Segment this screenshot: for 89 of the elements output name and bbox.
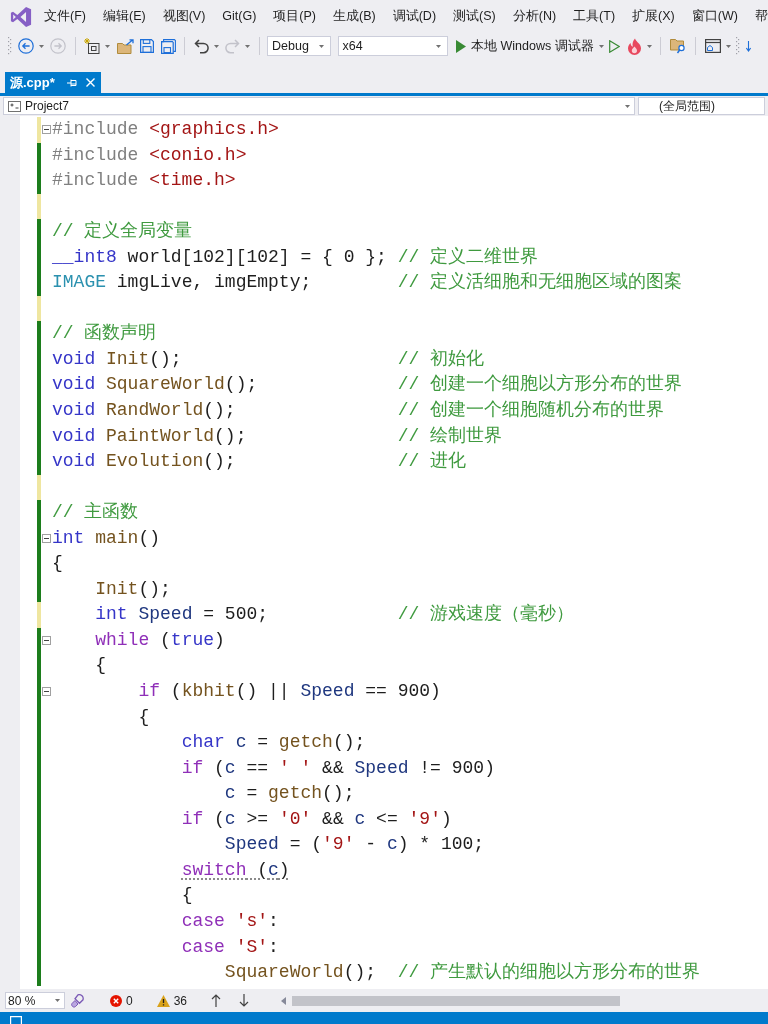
new-item-button[interactable] — [83, 36, 111, 56]
code-line: // 主函数 — [52, 501, 139, 525]
play-icon — [456, 39, 466, 53]
dropdown-value: Debug — [272, 37, 309, 55]
dropdown-value: x64 — [342, 37, 363, 55]
code-line: switch (c) — [181, 858, 290, 882]
code-line: c = getch(); — [224, 782, 355, 806]
caret-icon — [319, 44, 324, 48]
code-line: void RandWorld(); // 创建一个细胞随机分布的世界 — [52, 399, 665, 422]
close-icon[interactable] — [85, 78, 95, 87]
code-line: case 's': — [181, 909, 279, 933]
code-line: while (true) — [95, 628, 225, 652]
menu-item[interactable]: 调试(D) — [392, 7, 437, 26]
error-icon — [110, 994, 122, 1007]
collapse-icon[interactable] — [42, 687, 51, 697]
menu-item[interactable]: 分析(N) — [512, 7, 557, 26]
window-layout-button[interactable] — [703, 36, 732, 56]
code-line: char c = getch(); — [181, 731, 366, 755]
next-issue-button[interactable] — [239, 994, 250, 1007]
code-line: int main() — [52, 526, 161, 550]
code-line: if (c == ' ' && Speed != 900) — [181, 756, 495, 780]
zoom-value: 80 % — [8, 992, 36, 1010]
scroll-left-icon — [281, 996, 287, 1005]
project-name: Project7 — [25, 98, 71, 115]
zoom-dropdown[interactable]: 80 % — [5, 992, 65, 1009]
configuration-dropdown[interactable]: Debug — [267, 36, 331, 56]
code-line: void SquareWorld(); // 创建一个细胞以方形分布的世界 — [52, 373, 683, 397]
warning-icon — [156, 994, 170, 1007]
menu-item[interactable]: 测试(S) — [453, 7, 496, 26]
code-line: { — [138, 705, 150, 729]
scrollbar-thumb[interactable] — [292, 995, 621, 1006]
code-line: Speed = ('9' - c) * 100; — [224, 833, 485, 857]
code-line: #include <time.h> — [52, 169, 236, 193]
code-line: SquareWorld(); // 产生默认的细胞以方形分布的世界 — [224, 961, 701, 985]
collapse-icon[interactable] — [42, 534, 51, 543]
menu-item[interactable]: 编辑(E) — [102, 7, 146, 26]
arrow-down-icon — [239, 994, 250, 1007]
errors-button[interactable]: 0 — [110, 991, 133, 1010]
menu-item[interactable]: 项目(P) — [273, 7, 316, 26]
code-line: __int8 world[102][102] = { 0 }; // 定义二维世界 — [52, 245, 539, 269]
scroll-left-button[interactable] — [281, 996, 287, 1005]
scope-dropdown[interactable]: (全局范围) — [638, 97, 765, 115]
code-line: void Evolution(); // 进化 — [52, 450, 467, 474]
menu-item[interactable]: 文件(F) — [44, 7, 86, 26]
code-line: // 函数声明 — [52, 322, 157, 346]
collapse-icon[interactable] — [42, 125, 51, 135]
code-line: void PaintWorld(); // 绘制世界 — [52, 424, 503, 448]
grip-icon[interactable] — [736, 37, 741, 55]
code-line: #include <conio.h> — [52, 143, 247, 167]
editor-tab[interactable]: 源.cpp* — [5, 72, 101, 93]
menu-item[interactable]: 窗口(W) — [691, 7, 738, 26]
arrow-up-icon — [211, 994, 222, 1007]
project-icon — [8, 100, 21, 112]
code-line: void Init(); // 初始化 — [52, 347, 485, 371]
project-dropdown[interactable]: Project7 — [3, 97, 635, 115]
menu-item[interactable]: 帮 — [754, 7, 768, 26]
menu-item[interactable]: 视图(V) — [162, 7, 206, 26]
code-line: { — [181, 884, 193, 908]
code-line: { — [95, 654, 107, 678]
start-debugging-button[interactable]: 本地 Windows 调试器 — [456, 36, 604, 56]
brush-icon[interactable] — [71, 993, 84, 1008]
menu-item[interactable]: 扩展(X) — [632, 7, 675, 26]
platform-dropdown[interactable]: x64 — [337, 36, 448, 56]
caret-icon — [435, 44, 441, 48]
code-line: IMAGE imgLive, imgEmpty; // 定义活细胞和无细胞区域的图案 — [52, 270, 683, 295]
grip-icon[interactable] — [8, 37, 12, 55]
code-line: #include <graphics.h> — [52, 118, 279, 141]
pin-icon[interactable] — [66, 78, 77, 87]
logo-icon[interactable] — [10, 5, 32, 28]
code-editor[interactable] — [0, 116, 768, 989]
warnings-button[interactable]: 36 — [156, 991, 188, 1010]
status-icon — [10, 1016, 22, 1024]
code-line: case 'S': — [181, 935, 279, 959]
collapse-icon[interactable] — [42, 636, 51, 646]
code-line: { — [52, 552, 63, 576]
previous-issue-button[interactable] — [211, 994, 222, 1007]
undo-button[interactable] — [192, 36, 220, 56]
code-line: Init(); — [95, 577, 171, 601]
menu-item[interactable]: 生成(B) — [333, 7, 376, 26]
back-button[interactable] — [16, 36, 45, 56]
hot-reload-button[interactable] — [625, 36, 653, 56]
code-line: // 定义全局变量 — [52, 220, 193, 244]
menu-item[interactable]: Git(G) — [222, 7, 257, 26]
code-line: if (c >= '0' && c <= '9') — [181, 807, 452, 831]
code-line: int Speed = 500; // 游戏速度（毫秒） — [95, 602, 575, 627]
menu-item[interactable]: 工具(T) — [573, 7, 616, 26]
caret-icon — [55, 999, 60, 1002]
code-line: if (kbhit() || Speed == 900) — [138, 680, 441, 704]
caret-icon — [625, 104, 630, 108]
